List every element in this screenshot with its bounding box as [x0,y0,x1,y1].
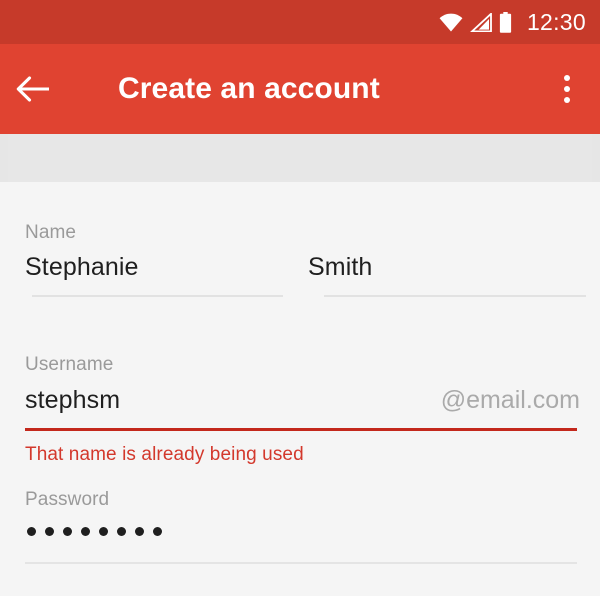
password-field-label: Password [25,489,110,510]
username-error-underline [25,428,577,431]
password-underline [25,562,577,564]
last-name-input[interactable]: Smith [308,253,372,282]
back-button[interactable] [0,44,66,134]
wifi-icon [439,13,463,32]
overflow-menu-icon-dot3 [564,97,570,103]
first-name-underline [32,295,283,297]
name-field-label: Name [25,222,77,243]
first-name-input[interactable]: Stephanie [25,253,139,282]
password-mask-dot [135,527,144,536]
toolbar-shadow-band-inner [8,134,592,182]
password-mask-dot [27,527,36,536]
overflow-menu-button[interactable] [534,44,600,134]
password-mask-dot [81,527,90,536]
back-arrow-icon [16,74,50,104]
username-field-label: Username [25,354,114,375]
overflow-menu-icon [564,75,570,81]
signup-form: Name Stephanie Smith Username stephsm @e… [8,182,592,596]
app-toolbar: Create an account [0,44,600,134]
username-domain-suffix: @email.com [440,386,580,414]
battery-icon [499,11,512,33]
password-mask-dot [45,527,54,536]
status-bar-clock: 12:30 [526,8,586,35]
password-mask-dot [99,527,108,536]
last-name-underline [324,295,586,297]
password-mask-dot [63,527,72,536]
overflow-menu-icon-dot2 [564,86,570,92]
username-error-message: That name is already being used [25,444,304,465]
username-input[interactable]: stephsm [25,386,120,415]
status-bar: 12:30 [0,0,600,44]
toolbar-shadow-band [0,134,600,182]
status-bar-icons: 12:30 [439,8,586,35]
password-mask-dot [117,527,126,536]
phone-screen: 12:30 Create an account Name Stephanie S… [0,0,600,596]
password-input[interactable] [27,527,162,536]
password-mask-dot [153,527,162,536]
cellular-signal-icon [469,12,492,32]
page-title: Create an account [118,72,380,105]
